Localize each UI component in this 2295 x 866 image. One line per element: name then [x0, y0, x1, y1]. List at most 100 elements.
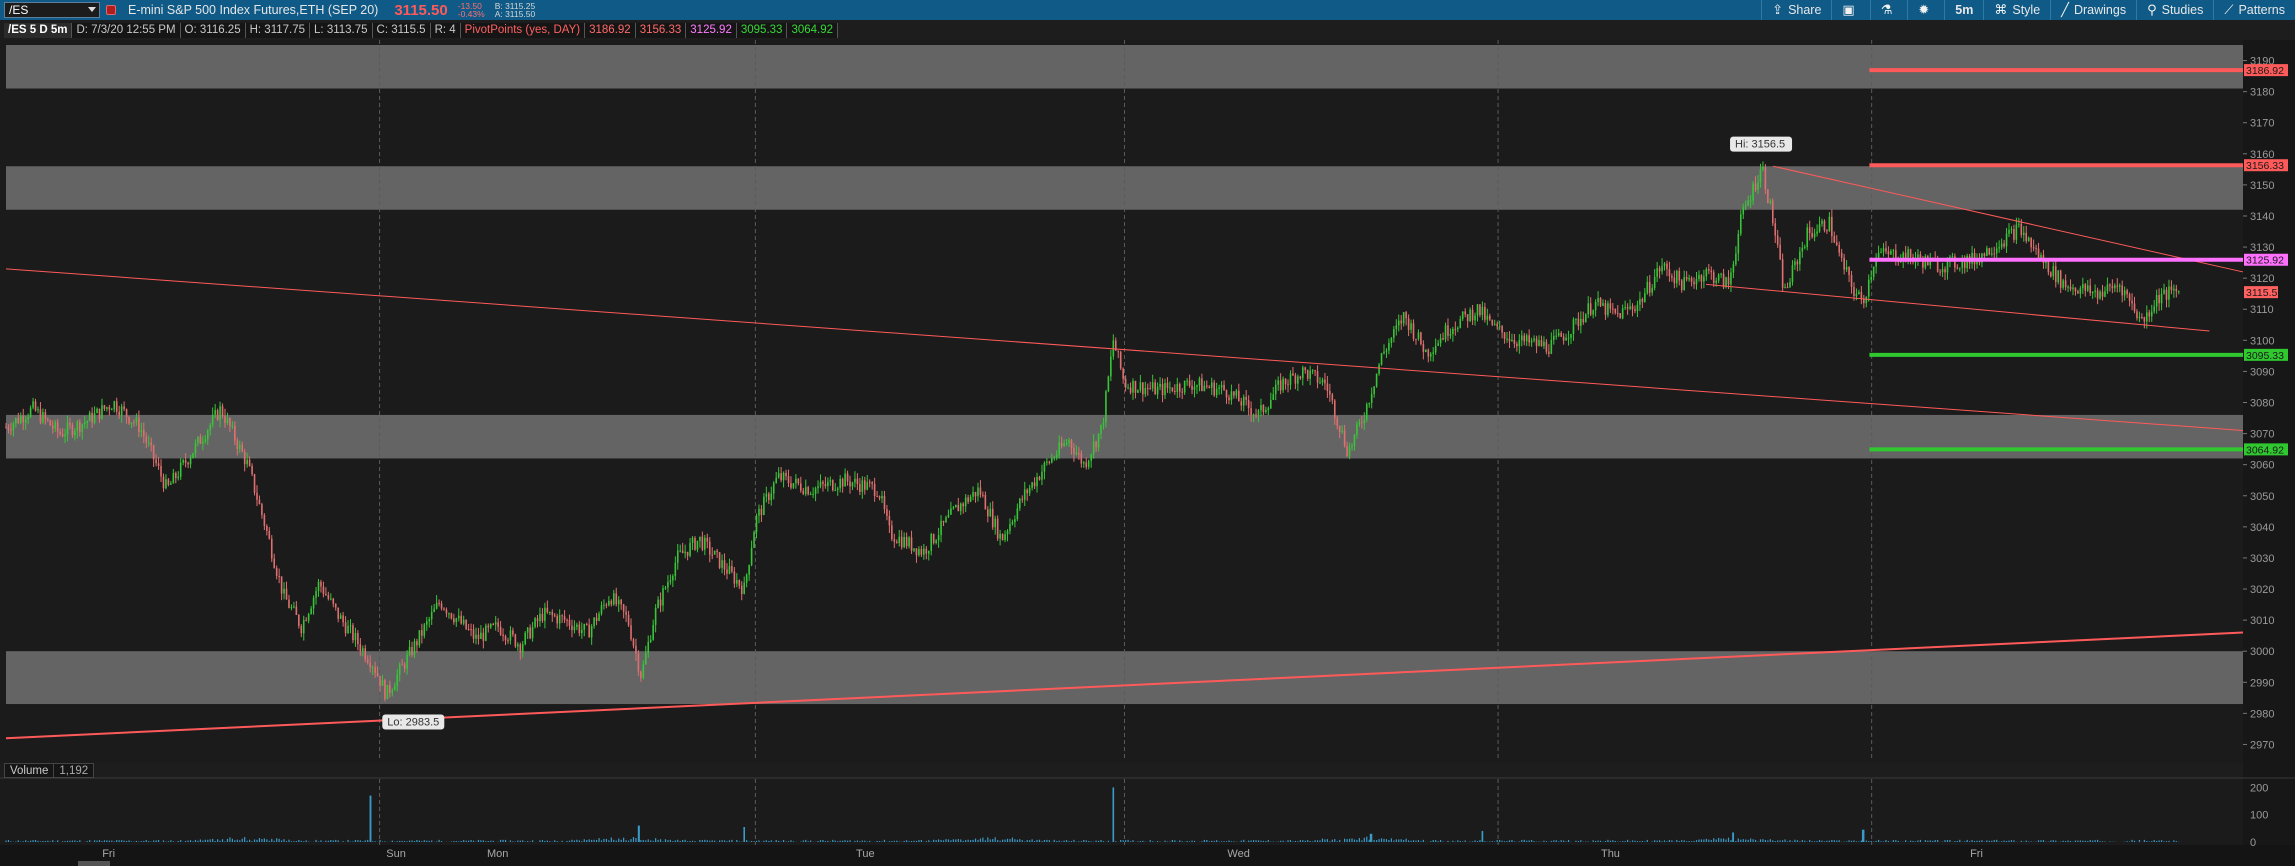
volume-bar — [1329, 841, 1331, 842]
volume-bar — [827, 840, 829, 842]
candle-body — [2104, 291, 2106, 297]
candle-body — [288, 599, 290, 608]
candle-body — [1698, 275, 1700, 280]
symbol-selector[interactable]: /ES — [4, 2, 100, 18]
studies-button[interactable]: ⚲ Studies — [2136, 0, 2213, 20]
candle-body — [743, 582, 746, 594]
candle-body — [1602, 303, 1604, 306]
volume-bar — [714, 840, 716, 842]
candle-body — [1779, 244, 1781, 260]
symbol-period[interactable]: /ES 5 D 5m — [4, 23, 73, 38]
volume-bar — [770, 840, 772, 842]
candle-body — [1459, 318, 1462, 328]
volume-bar — [711, 840, 713, 842]
patterns-button[interactable]: ⟋ Patterns — [2213, 0, 2295, 20]
candle-body — [2165, 289, 2168, 300]
volume-bar — [1654, 840, 1656, 842]
candle-body — [713, 550, 716, 555]
drawings-button[interactable]: ╱ Drawings — [2050, 0, 2136, 20]
candle-body — [325, 593, 327, 596]
volume-bar — [1622, 841, 1624, 842]
candle-body — [1380, 353, 1383, 365]
volume-bar — [10, 841, 12, 842]
pivot-study-label[interactable]: PivotPoints (yes, DAY) — [460, 23, 586, 38]
candle-body — [27, 416, 29, 420]
candle-body — [588, 624, 590, 638]
candle-body — [760, 508, 763, 516]
candle-body — [307, 613, 310, 621]
volume-bar — [135, 840, 138, 842]
time-scroll-handle[interactable] — [78, 861, 110, 866]
candle-body — [1754, 183, 1757, 191]
volume-bar — [1784, 839, 1786, 842]
flag-button[interactable]: ▣ — [1831, 0, 1869, 20]
candle-body — [1230, 391, 1233, 401]
bar-datetime: D: 7/3/20 12:55 PM — [72, 23, 181, 38]
candle-body — [740, 585, 743, 594]
candle-body — [603, 604, 605, 606]
volume-bar — [1969, 841, 1971, 842]
candle-body — [64, 434, 66, 437]
volume-bar — [1368, 839, 1370, 842]
pivot-label-r1: 3156.33 — [2246, 160, 2284, 172]
volume-bar — [623, 837, 625, 842]
candle-body — [2101, 291, 2104, 297]
candle-body — [492, 623, 495, 625]
candle-body — [940, 520, 942, 536]
volume-bar — [1410, 840, 1412, 842]
candle-body — [1988, 248, 1991, 255]
volume-bar — [1046, 839, 1048, 842]
candle-body — [1708, 269, 1710, 271]
candle-body — [157, 463, 160, 466]
candle-body — [632, 639, 635, 646]
share-button[interactable]: ⇪ Share — [1761, 0, 1831, 20]
candle-body — [1506, 338, 1508, 340]
volume-bar — [1063, 840, 1065, 842]
candle-body — [1479, 304, 1481, 315]
candle-body — [568, 620, 571, 626]
record-icon[interactable] — [106, 5, 116, 15]
volume-bar — [512, 841, 514, 842]
volume-bar — [1011, 837, 1014, 842]
timeframe-button[interactable]: 5m — [1944, 0, 1983, 20]
candle-body — [1402, 312, 1405, 324]
candle-body — [2074, 287, 2077, 292]
volume-bar — [1432, 840, 1434, 842]
volume-bar — [1053, 839, 1055, 842]
volume-bar — [1321, 838, 1324, 842]
candle-body — [1781, 259, 1784, 288]
volume-bar — [246, 840, 248, 842]
chevron-down-icon[interactable] — [88, 7, 96, 12]
style-button[interactable]: ⌘ Style — [1983, 0, 2050, 20]
y-tick-label: 3070 — [2250, 429, 2274, 441]
chart-canvas[interactable]: 2970298029903000301030203030304030503060… — [0, 0, 2295, 866]
bar-range: R: 4 — [430, 23, 461, 38]
candle-body — [716, 550, 718, 553]
candle-body — [393, 686, 396, 691]
candle-body — [74, 430, 76, 436]
candle-body — [302, 619, 305, 634]
volume-bar — [2153, 839, 2155, 842]
candle-body — [1624, 307, 1626, 309]
volume-bar — [1220, 841, 1223, 842]
candle-body — [1210, 382, 1213, 388]
candle-body — [47, 418, 49, 421]
volume-label[interactable]: Volume — [4, 763, 55, 778]
volume-bar — [1678, 841, 1680, 842]
candle-body — [1786, 287, 1789, 289]
volume-bar — [1639, 841, 1641, 842]
candle-body — [748, 565, 750, 575]
candle-body — [558, 615, 561, 624]
candle-body — [1816, 231, 1818, 234]
volume-bar — [989, 839, 991, 842]
volume-bar — [1080, 841, 1082, 842]
volume-bar — [1513, 841, 1516, 842]
volume-bar — [332, 840, 334, 842]
flask-button[interactable]: ⚗ — [1869, 0, 1908, 20]
volume-bar — [2165, 841, 2168, 842]
volume-bar — [482, 840, 484, 842]
settings-button[interactable]: ✹ — [1907, 0, 1944, 20]
candle-body — [2109, 284, 2111, 286]
volume-bar — [1823, 841, 1826, 842]
candle-body — [531, 626, 534, 639]
